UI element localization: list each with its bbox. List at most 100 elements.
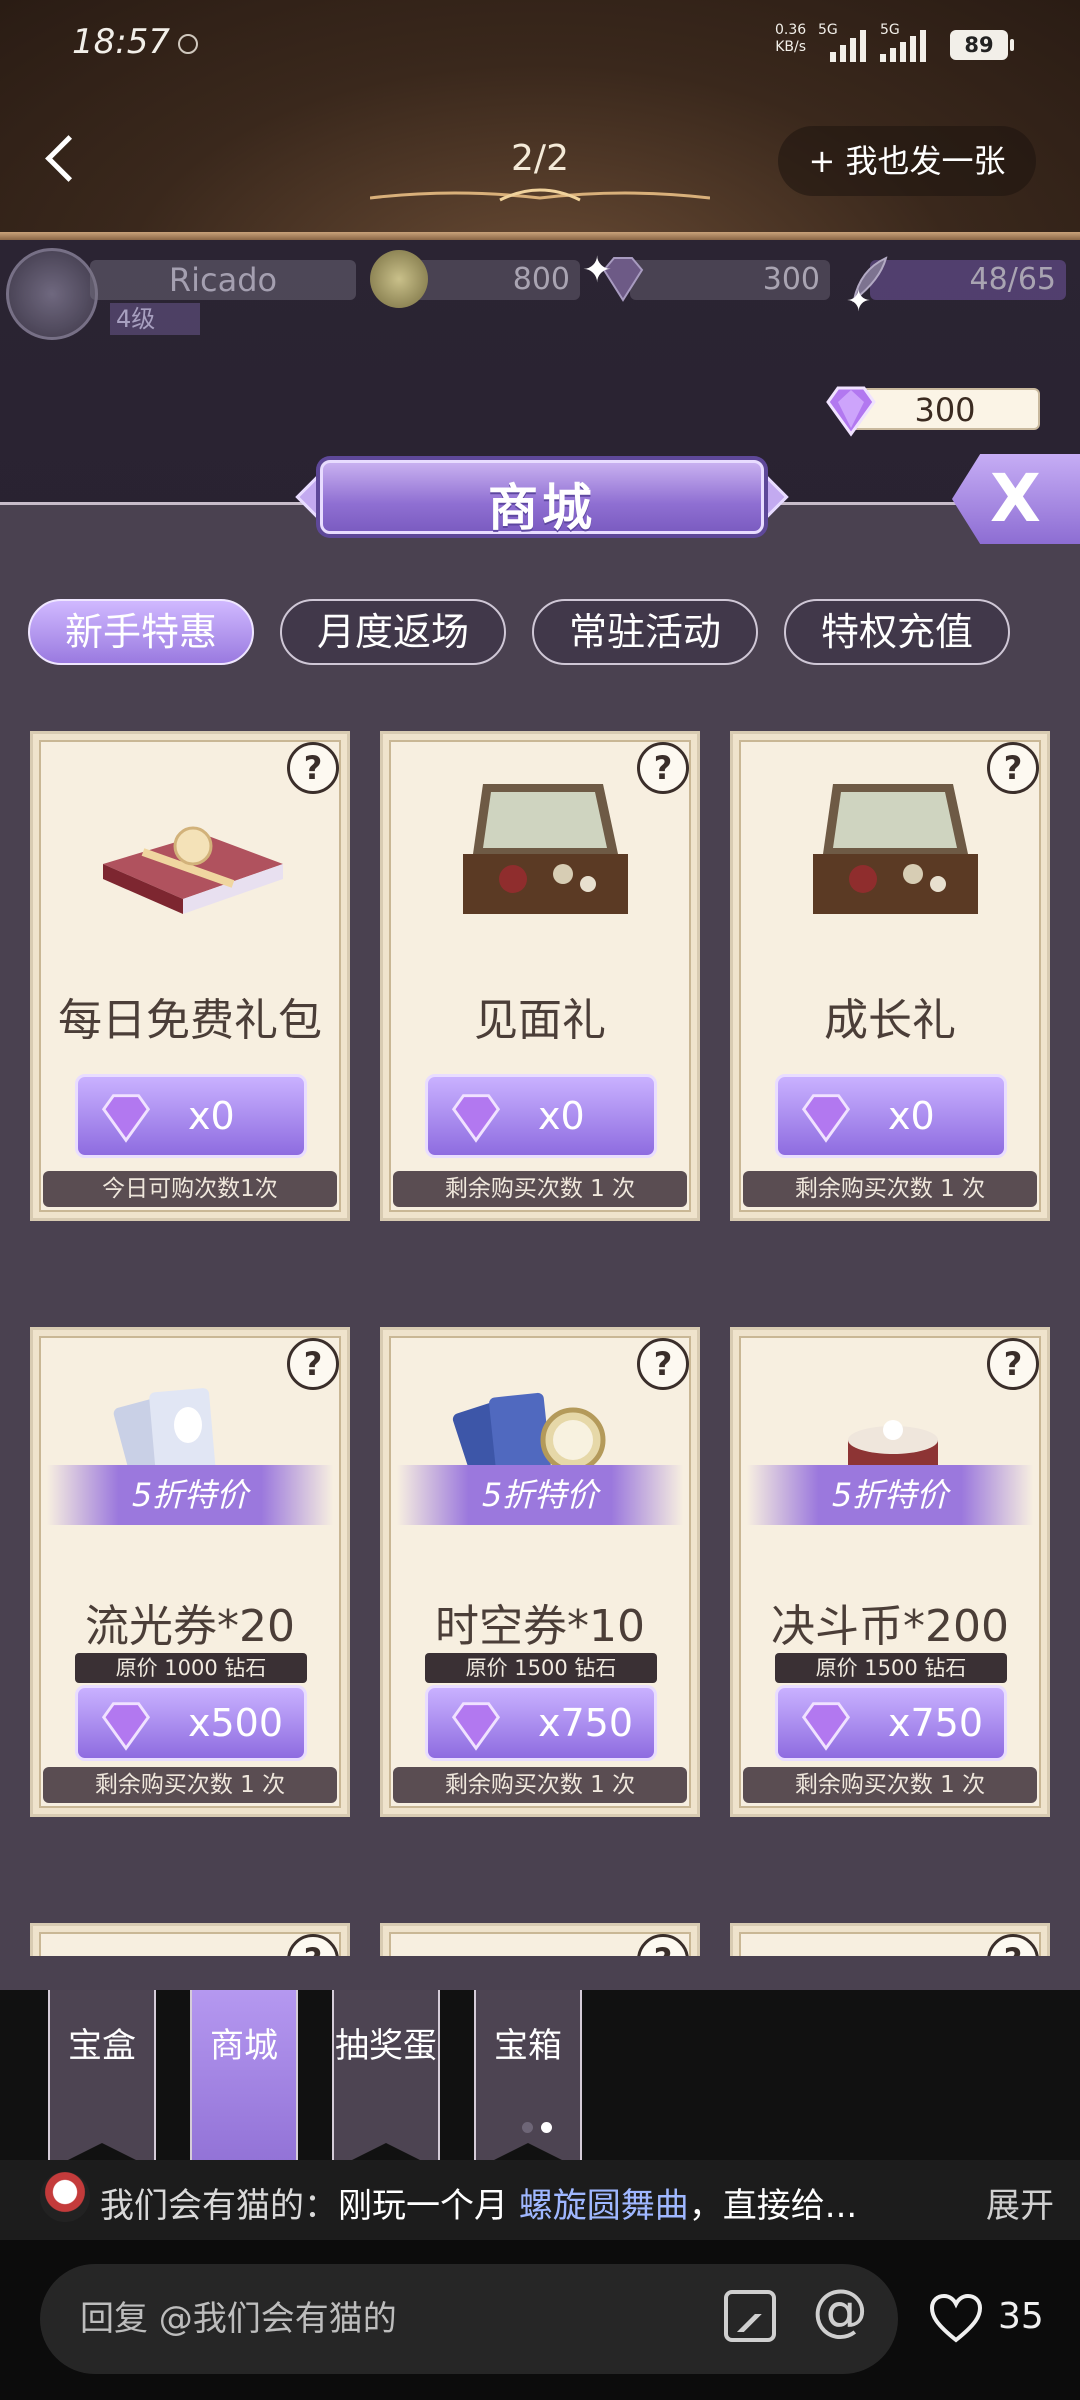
gem-icon [801, 1702, 851, 1751]
signal-icon [830, 28, 866, 62]
help-icon[interactable]: ? [287, 1934, 339, 1956]
discount-banner: 5折特价 [747, 1465, 1033, 1525]
gift-box-icon [103, 826, 283, 914]
tab-privilege-topup[interactable]: 特权充值 [784, 599, 1010, 665]
gem-icon [801, 1094, 851, 1143]
shop-card-partial[interactable]: ? [30, 1923, 350, 1956]
item-name: 决斗币*200 [771, 1601, 1009, 1652]
buy-button[interactable]: x750 [775, 1685, 1007, 1761]
status-bar: 18:57 0.36 KB/s 5G 5G 89 [0, 0, 1080, 90]
comment-user: 我们会有猫的： [100, 2186, 338, 2226]
purchase-limit: 剩余购买次数 1 次 [393, 1767, 687, 1803]
original-price: 原价 1500 钻石 [425, 1653, 657, 1683]
close-icon: X [990, 460, 1041, 537]
mall-tabs: 新手特惠 月度返场 常驻活动 特权充值 [28, 599, 1052, 669]
item-name: 成长礼 [824, 995, 956, 1046]
heart-icon[interactable] [928, 2292, 984, 2344]
purchase-limit: 今日可购次数1次 [43, 1171, 337, 1207]
gem-icon [451, 1702, 501, 1751]
shop-card-partial[interactable]: ? [380, 1923, 700, 1956]
tab-regular-events[interactable]: 常驻活动 [532, 599, 758, 665]
status-time: 18:57 [72, 22, 170, 62]
shop-card-growth-gift[interactable]: ? 成长礼 x0 剩余购买次数 1 次 [730, 731, 1050, 1221]
price-value: x0 [538, 1094, 585, 1138]
commenter-avatar [40, 2172, 90, 2222]
ribbon-tab-lottery-egg[interactable]: 抽奖蛋 [332, 1990, 440, 2170]
comment-preview[interactable]: 我们会有猫的：刚玩一个月 螺旋圆舞曲，直接给... 展开 [0, 2160, 1080, 2240]
back-icon[interactable] [38, 130, 82, 190]
item-name: 流光券*20 [85, 1601, 295, 1652]
network-speed: 0.36 KB/s [775, 22, 807, 55]
gem-icon [826, 386, 876, 437]
help-icon[interactable]: ? [987, 1934, 1039, 1956]
profile-row: Ricado 4级 800 300 ✦ 48/65 ✦ [0, 240, 1080, 340]
image-icon[interactable] [724, 2290, 776, 2342]
discount-banner: 5折特价 [397, 1465, 683, 1525]
notification-icon [178, 34, 198, 54]
expand-link[interactable]: 展开 [986, 2178, 1054, 2227]
gem-icon [451, 1094, 501, 1143]
purchase-limit: 剩余购买次数 1 次 [743, 1767, 1037, 1803]
buy-button[interactable]: x500 [75, 1685, 307, 1761]
crown-coin-icon [370, 250, 428, 308]
shop-card-meeting-gift[interactable]: ? 见面礼 x0 剩余购买次数 1 次 [380, 731, 700, 1221]
gem-icon [101, 1094, 151, 1143]
post-button[interactable]: + 我也发一张 [778, 126, 1036, 196]
page-dots [522, 2122, 552, 2133]
comment-text: 我们会有猫的：刚玩一个月 螺旋圆舞曲，直接给... [100, 2178, 857, 2227]
buy-button[interactable]: x0 [75, 1074, 307, 1158]
purchase-limit: 剩余购买次数 1 次 [43, 1767, 337, 1803]
help-icon[interactable]: ? [637, 1934, 689, 1956]
comment-body: 刚玩一个月 [338, 2186, 519, 2226]
diamond-counter: 300 [630, 260, 830, 300]
like-count: 35 [998, 2296, 1044, 2337]
stamina-counter: 48/65 [870, 260, 1066, 300]
title-ornament [370, 188, 710, 202]
buy-button[interactable]: x750 [425, 1685, 657, 1761]
page-indicator: 2/2 [511, 138, 569, 179]
item-name: 时空券*10 [435, 1601, 645, 1652]
comment-tail: ，直接给... [688, 2186, 858, 2226]
mall-window: 新手特惠 月度返场 常驻活动 特权充值 ? 每日免费礼包 x0 今日可购次数1次… [0, 502, 1080, 1990]
reply-bar: 回复 @我们会有猫的 @ 35 [0, 2240, 1080, 2400]
player-level: 4级 [110, 303, 200, 335]
battery-icon: 89 [950, 30, 1014, 60]
player-name: Ricado [90, 260, 356, 300]
price-value: x0 [188, 1094, 235, 1138]
mall-title: 商城 [488, 478, 596, 537]
avatar[interactable] [6, 248, 98, 340]
price-value: x500 [188, 1701, 284, 1745]
buy-button[interactable]: x0 [775, 1074, 1007, 1158]
shop-card-daily-gift[interactable]: ? 每日免费礼包 x0 今日可购次数1次 [30, 731, 350, 1221]
suitcase-icon [813, 784, 978, 914]
item-grid: ? 每日免费礼包 x0 今日可购次数1次 ? 见面礼 x0 剩余购买次数 1 次… [0, 731, 1080, 1956]
buy-button[interactable]: x0 [425, 1074, 657, 1158]
price-value: x0 [888, 1094, 935, 1138]
mention-icon[interactable]: @ [812, 2278, 868, 2343]
ribbon-tab-treasure-chest[interactable]: 宝箱 [474, 1990, 582, 2170]
price-value: x750 [888, 1701, 984, 1745]
ribbon-tab-treasure-box[interactable]: 宝盒 [48, 1990, 156, 2170]
game-screen: Ricado 4级 800 300 ✦ 48/65 ✦ 300 新手特惠 月度返… [0, 240, 1080, 2190]
price-value: x750 [538, 1701, 634, 1745]
gem-balance: 300 [820, 382, 1046, 437]
shop-card-partial[interactable]: ? [730, 1923, 1050, 1956]
comment-tag[interactable]: 螺旋圆舞曲 [519, 2186, 689, 2226]
shop-card-spacetime-ticket[interactable]: ? 5折特价 时空券*10 原价 1500 钻石 x750 剩余购买次数 1 次 [380, 1327, 700, 1817]
item-name: 每日免费礼包 [58, 995, 322, 1046]
item-name: 见面礼 [474, 995, 606, 1046]
sparkle-icon-2: ✦ [846, 284, 872, 319]
sparkle-icon: ✦ [582, 250, 613, 291]
discount-banner: 5折特价 [47, 1465, 333, 1525]
signal-icon-2 [880, 28, 926, 62]
purchase-limit: 剩余购买次数 1 次 [393, 1171, 687, 1207]
mall-title-banner: 商城 [295, 454, 789, 540]
gem-icon [101, 1702, 151, 1751]
tab-newbie-deals[interactable]: 新手特惠 [28, 599, 254, 665]
tab-monthly-return[interactable]: 月度返场 [280, 599, 506, 665]
suitcase-icon [463, 784, 628, 914]
original-price: 原价 1500 钻石 [775, 1653, 1007, 1683]
shop-card-duel-coin[interactable]: ? 5折特价 决斗币*200 原价 1500 钻石 x750 剩余购买次数 1 … [730, 1327, 1050, 1817]
shop-card-streamer-ticket[interactable]: ? 5折特价 流光券*20 原价 1000 钻石 x500 剩余购买次数 1 次 [30, 1327, 350, 1817]
purchase-limit: 剩余购买次数 1 次 [743, 1171, 1037, 1207]
